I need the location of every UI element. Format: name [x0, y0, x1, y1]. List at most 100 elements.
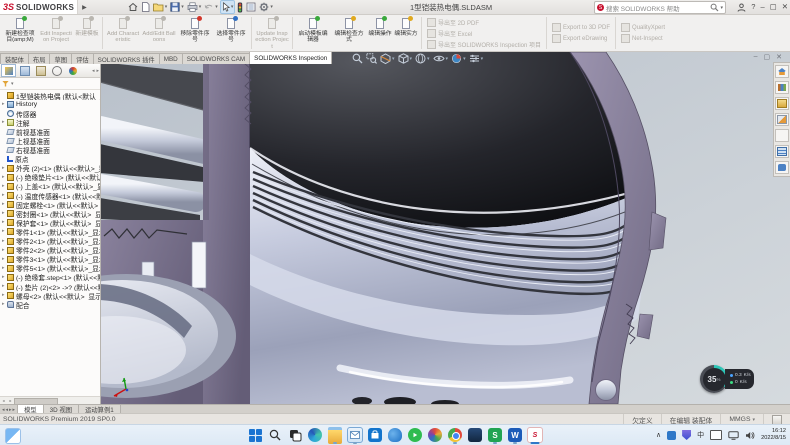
- ribbon-button-select-balloons[interactable]: 选择零件序号: [213, 15, 249, 51]
- tree-item-mates[interactable]: ▸配合: [0, 300, 100, 309]
- hide-show-items-icon[interactable]: ▾: [433, 53, 449, 64]
- tab-sketch[interactable]: 草图: [49, 53, 72, 64]
- ime-indicator[interactable]: 中: [697, 432, 704, 439]
- chrome-icon[interactable]: [445, 427, 465, 443]
- photos-icon[interactable]: [425, 427, 445, 443]
- display-icon[interactable]: [728, 431, 739, 440]
- tree-item[interactable]: ▸(-) 绝缘垫片<1> (默认<<默认>_显: [0, 173, 100, 182]
- taskbar-search-icon[interactable]: [265, 427, 285, 443]
- property-manager-tab[interactable]: [17, 64, 32, 77]
- tree-item[interactable]: ▸零件2<2> (默认<<默认>_显示状态: [0, 246, 100, 255]
- green-play-app-icon[interactable]: [405, 427, 425, 443]
- tray-expand-icon[interactable]: ∧: [656, 432, 661, 439]
- scroll-left-icon[interactable]: ◂: [0, 397, 7, 404]
- doc-close-button[interactable]: ✕: [776, 53, 782, 61]
- ribbon-button-add-characteristic[interactable]: Add Characteristic: [105, 15, 141, 51]
- tree-item[interactable]: 原点: [0, 155, 100, 164]
- file-explorer-pane-icon[interactable]: [775, 97, 789, 110]
- performance-widget[interactable]: 35% 0.3K/s 0K/s: [700, 364, 762, 394]
- solidworks-resources-icon[interactable]: [775, 65, 789, 78]
- file-properties-icon[interactable]: [245, 1, 257, 13]
- save-icon[interactable]: ▾: [169, 1, 185, 13]
- solidworks-forum-icon[interactable]: [775, 161, 789, 174]
- options-gear-icon[interactable]: ▾: [258, 1, 274, 13]
- onedrive-icon[interactable]: [385, 427, 405, 443]
- qualityxpert-button[interactable]: QualityXpert: [621, 23, 665, 32]
- tree-item[interactable]: 右视基准面: [0, 146, 100, 155]
- configuration-manager-tab[interactable]: [33, 64, 48, 77]
- tree-item[interactable]: ▸密封圈<1> (默认<<默认>_显示状: [0, 209, 100, 218]
- tab-solidworks-cam[interactable]: SOLIDWORKS CAM: [182, 53, 250, 64]
- tree-item[interactable]: ▸螺母<2> (默认<<默认>_显示状态: [0, 291, 100, 300]
- display-style-icon[interactable]: ▾: [415, 53, 430, 64]
- undo-icon[interactable]: ▾: [203, 1, 219, 13]
- tree-item-root[interactable]: 1型铠装热电偶 (默认<默认_显示状态-1: [0, 91, 100, 100]
- solidworks-taskbar-icon[interactable]: S: [525, 427, 545, 443]
- print-icon[interactable]: ▾: [186, 1, 203, 13]
- restore-button[interactable]: ▢: [770, 3, 777, 11]
- tab-solidworks-addins[interactable]: SOLIDWORKS 插件: [93, 53, 160, 64]
- security-shield-icon[interactable]: [682, 430, 691, 440]
- section-view-icon[interactable]: ▾: [380, 53, 395, 64]
- ribbon-button-new-template[interactable]: 新建模板: [74, 15, 100, 51]
- volume-icon[interactable]: [745, 431, 755, 440]
- tab-scroll-arrows[interactable]: ◂▸: [92, 68, 99, 74]
- scroll-right-icon[interactable]: ▸: [7, 397, 14, 404]
- export-excel[interactable]: 导出至 Excel: [427, 29, 541, 38]
- ribbon-button-new-inspection-project[interactable]: 新建检查项目(amp;M): [2, 15, 38, 51]
- export-sw-inspection-project[interactable]: 导出至 SOLIDWORKS Inspection 项目: [427, 40, 541, 49]
- dimxpert-manager-tab[interactable]: [49, 64, 64, 77]
- tree-filter-bar[interactable]: ▾: [0, 78, 100, 90]
- select-arrow-icon[interactable]: ▾: [220, 0, 236, 14]
- tray-app-icon[interactable]: [667, 431, 676, 440]
- view-settings-icon[interactable]: ▾: [469, 53, 484, 64]
- tab-assembly[interactable]: 装配体: [0, 53, 29, 64]
- rebuild-icon[interactable]: [236, 1, 244, 13]
- design-library-icon[interactable]: [775, 81, 789, 94]
- ribbon-button-edit-gauges[interactable]: 编辑实方: [393, 15, 419, 51]
- export-3d-pdf[interactable]: Export to 3D PDF: [552, 23, 610, 32]
- view-palette-icon[interactable]: [775, 113, 789, 126]
- menu-flyout-icon[interactable]: ▶: [82, 4, 87, 11]
- custom-properties-icon[interactable]: [775, 145, 789, 158]
- keyboard-layout-icon[interactable]: [710, 430, 722, 440]
- view-orientation-icon[interactable]: ▾: [398, 53, 413, 64]
- zoom-fit-icon[interactable]: [352, 53, 363, 64]
- ribbon-button-edit-inspection-methods[interactable]: 编辑检查方式: [331, 15, 367, 51]
- home-icon[interactable]: [127, 1, 139, 13]
- search-box[interactable]: S 搜索 SOLIDWORKS 帮助 ▾: [594, 1, 726, 14]
- new-document-icon[interactable]: [140, 1, 151, 13]
- export-edrawing[interactable]: Export eDrawing: [552, 34, 610, 43]
- tree-item[interactable]: ▸零件5<1> (默认<<默认>_显示状态: [0, 264, 100, 273]
- widgets-icon[interactable]: [5, 428, 21, 444]
- start-button[interactable]: [245, 427, 265, 443]
- tree-item[interactable]: ▸(-) 温度传感器<1> (默认<<默认>_: [0, 191, 100, 200]
- export-2d-pdf[interactable]: 导出至 2D PDF: [427, 18, 541, 27]
- close-button[interactable]: ✕: [782, 3, 788, 11]
- tree-item[interactable]: 传感器: [0, 109, 100, 118]
- tab-mbd[interactable]: MBD: [159, 53, 183, 64]
- tree-item[interactable]: ▸固定螺栓<1> (默认<<默认>_显示: [0, 200, 100, 209]
- login-user-icon[interactable]: [737, 3, 746, 12]
- tree-item[interactable]: ▸零件3<1> (默认<<默认>_显示状态: [0, 255, 100, 264]
- net-inspect-button[interactable]: Net-Inspect: [621, 34, 665, 43]
- tab-layout[interactable]: 布局: [28, 53, 51, 64]
- tree-item[interactable]: ▸History: [0, 100, 100, 109]
- task-view-icon[interactable]: [285, 427, 305, 443]
- help-button[interactable]: ?: [751, 3, 755, 11]
- feature-tree-tab[interactable]: [1, 64, 16, 77]
- edit-appearance-icon[interactable]: ▾: [451, 53, 466, 64]
- tree-item[interactable]: ▸外壳 (2)<1> (默认<<默认>_显示状: [0, 164, 100, 173]
- panel-horizontal-scrollbar[interactable]: ◂ ▸: [0, 396, 100, 404]
- open-icon[interactable]: ▾: [152, 1, 169, 13]
- tab-evaluate[interactable]: 评估: [71, 53, 94, 64]
- word-icon[interactable]: W: [505, 427, 525, 443]
- display-manager-tab[interactable]: [65, 64, 80, 77]
- minimize-button[interactable]: –: [760, 3, 764, 11]
- edge-icon[interactable]: [305, 427, 325, 443]
- ribbon-button-remove-balloons[interactable]: 移除零件序号: [177, 15, 213, 51]
- tree-item[interactable]: ▸零件1<1> (默认<<默认>_显示状态: [0, 227, 100, 236]
- taskbar-clock[interactable]: 16:12 2022/8/15: [761, 428, 786, 442]
- tab-solidworks-inspection[interactable]: SOLIDWORKS Inspection: [249, 51, 332, 64]
- ribbon-button-edit-operations[interactable]: 编辑操作: [367, 15, 393, 51]
